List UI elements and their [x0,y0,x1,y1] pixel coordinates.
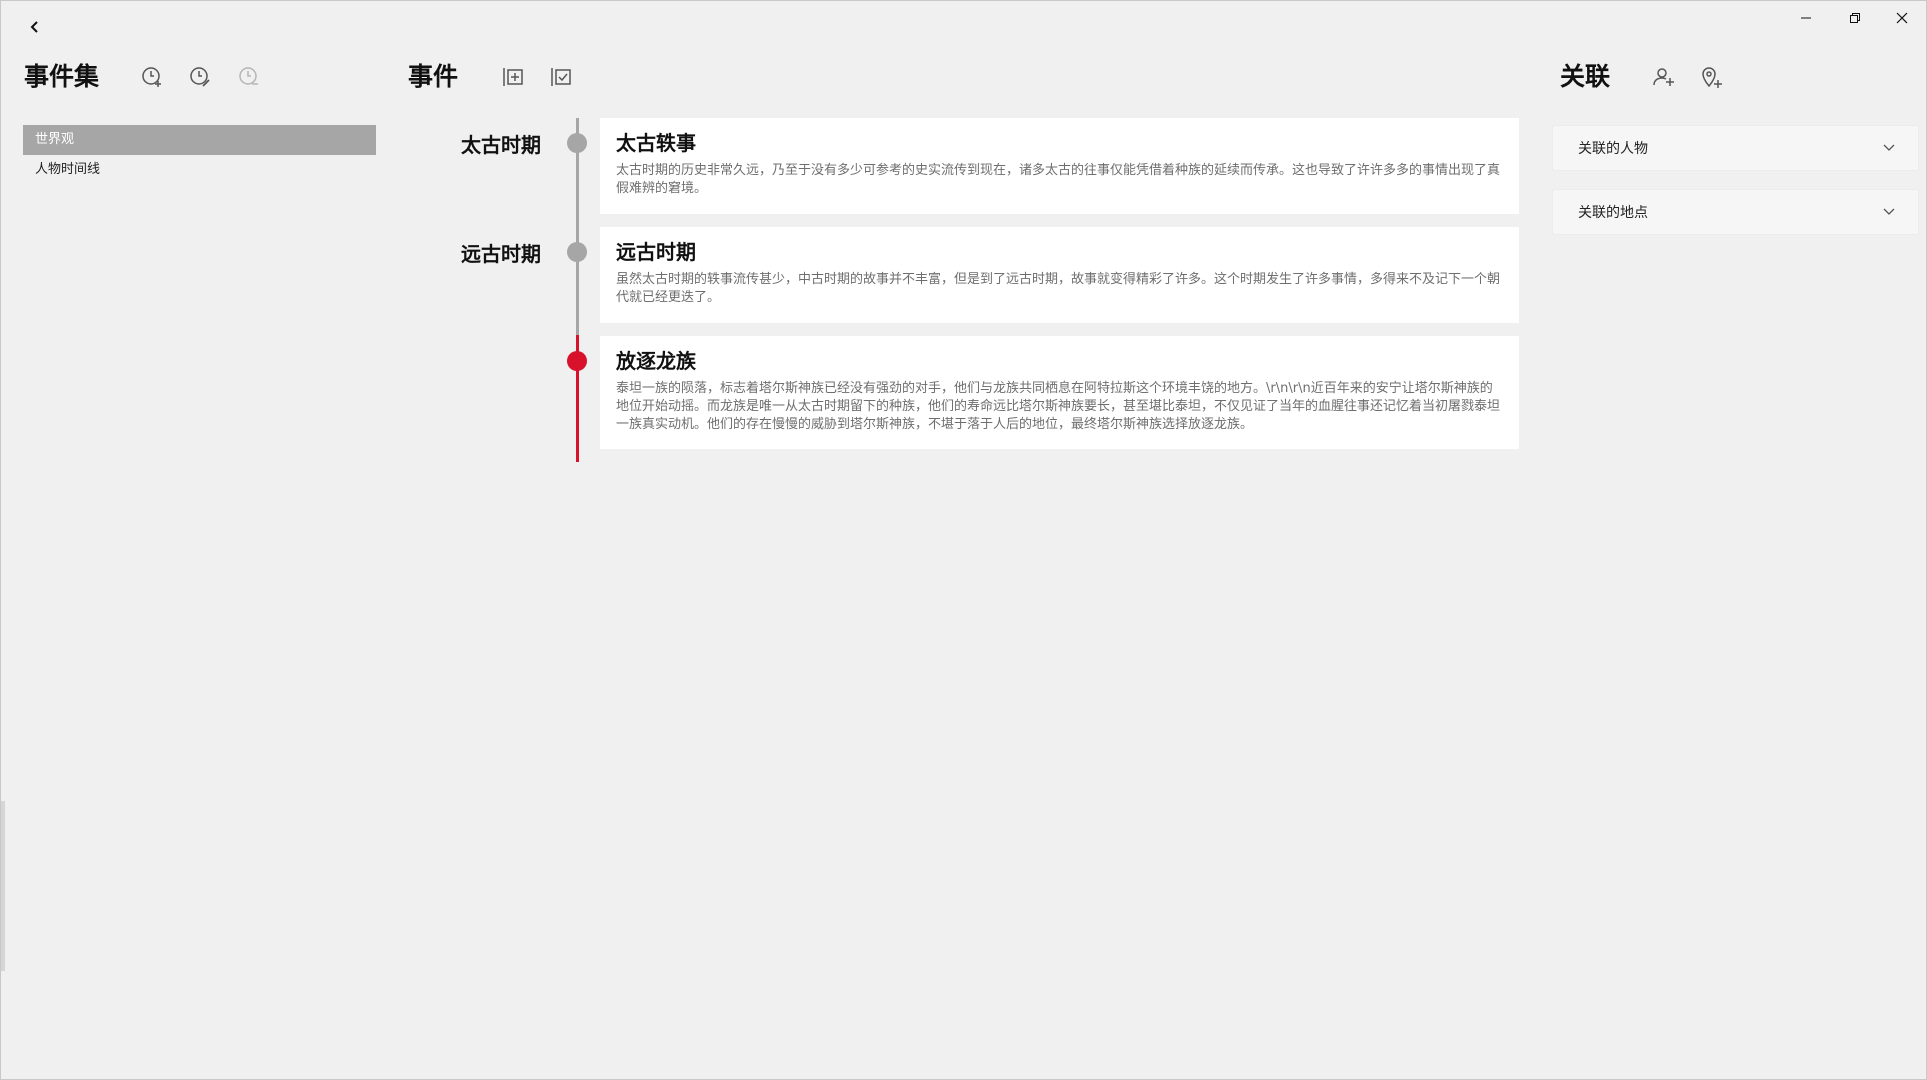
timeline-dot [567,242,587,262]
add-related-person-button[interactable] [1650,64,1676,90]
window-edge-strip [1,801,5,971]
event-sets-title: 事件集 [24,62,100,91]
add-event-set-button[interactable] [139,64,165,90]
checklist-button[interactable] [548,64,574,90]
clock-edit-icon [190,67,210,87]
event-card-body: 泰坦一族的陨落，标志着塔尔斯神族已经没有强劲的对手，他们与龙族共同栖息在阿特拉斯… [616,381,1501,432]
timeline-era-label: 远古时期 [461,242,541,266]
edit-event-set-button[interactable] [187,64,213,90]
close-icon [1896,12,1908,24]
chevron-down-icon [1883,144,1895,151]
clock-add-icon [142,67,161,87]
clock-remove-icon [239,67,258,85]
timeline-dot-active [567,351,587,371]
timeline-dot [567,133,587,153]
event-set-list: 世界观 人物时间线 [23,125,376,185]
restore-button[interactable] [1832,7,1878,29]
add-location-icon [1702,67,1722,88]
related-locations-expander[interactable]: 关联的地点 [1552,189,1919,235]
event-card[interactable]: 太古轶事 太古时期的历史非常久远，乃至于没有多少可参考的史实流传到现在，诸多太古… [600,118,1519,214]
remove-event-set-button[interactable] [236,64,262,90]
event-card-title: 太古轶事 [616,131,696,155]
back-button[interactable] [25,17,45,37]
minimize-button[interactable] [1783,7,1829,29]
expander-label: 关联的人物 [1578,141,1648,157]
events-title: 事件 [408,62,459,91]
event-card-title: 远古时期 [616,240,696,264]
minimize-icon [1801,17,1811,19]
checklist-icon [551,68,571,86]
event-set-item[interactable]: 世界观 [23,125,376,155]
event-card-body: 太古时期的历史非常久远，乃至于没有多少可参考的史实流传到现在，诸多太古的往事仅能… [616,163,1501,196]
expander-label: 关联的地点 [1578,205,1648,221]
add-event-button[interactable] [500,64,526,90]
event-set-item[interactable]: 人物时间线 [23,155,376,185]
event-card-title: 放逐龙族 [616,349,696,373]
related-persons-expander[interactable]: 关联的人物 [1552,125,1919,171]
event-card[interactable]: 远古时期 虽然太古时期的轶事流传甚少，中古时期的故事并不丰富，但是到了远古时期，… [600,227,1519,323]
restore-icon [1850,13,1860,23]
add-related-location-button[interactable] [1698,64,1724,90]
chevron-down-icon [1883,208,1895,215]
chevron-left-icon [30,21,38,33]
event-card-body: 虽然太古时期的轶事流传甚少，中古时期的故事并不丰富，但是到了远古时期，故事就变得… [616,272,1501,305]
timeline-era-label: 太古时期 [461,133,541,157]
add-event-icon [503,68,523,86]
event-card-selected[interactable]: 放逐龙族 泰坦一族的陨落，标志着塔尔斯神族已经没有强劲的对手，他们与龙族共同栖息… [600,336,1519,449]
app-window: 事件集 世界观 人物时间线 事件 太古时期 太古轶事 太古时期的历史非常久远，乃… [0,0,1927,1080]
add-person-icon [1653,68,1674,86]
relations-title: 关联 [1560,62,1611,91]
close-button[interactable] [1879,7,1925,29]
